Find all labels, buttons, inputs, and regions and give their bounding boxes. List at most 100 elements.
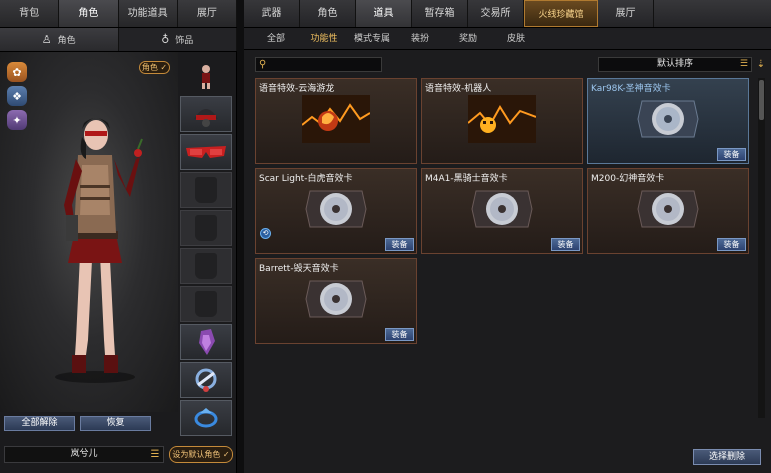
pants-silhouette-icon (195, 253, 217, 279)
ornament-icon: ♁ (161, 33, 170, 46)
character-icon: ♙ (41, 33, 52, 46)
item-card[interactable]: 语音特效-云海游龙 (255, 78, 417, 164)
search-icon: ⚲ (259, 59, 267, 70)
orange-slot-icon[interactable]: ✿ (7, 62, 27, 82)
subtab-ornament-label: 饰品 (175, 36, 194, 46)
sort-dropdown[interactable]: 默认排序 ☰ (598, 57, 752, 72)
cd-sound-card-icon (637, 190, 699, 228)
item-card[interactable]: M200-幻神音效卡 装备 (587, 168, 749, 254)
item-title: Kar98K-圣神音效卡 (591, 84, 671, 94)
sort-label: 默认排序 (656, 59, 693, 69)
scrollbar-thumb[interactable] (759, 80, 764, 120)
sort-direction-icon[interactable]: ⇣ (755, 57, 767, 72)
tab-characters[interactable]: 角色 (300, 0, 356, 27)
cd-sound-card-icon (305, 190, 367, 228)
gloves-silhouette-icon (195, 215, 217, 241)
item-card[interactable]: Barrett-毁天音效卡 装备 (255, 258, 417, 344)
purple-pendant-icon (199, 329, 215, 355)
subtab-functional[interactable]: 功能性 (300, 28, 348, 50)
dragon-voice-effect-icon (302, 95, 370, 143)
subtab-character-label: 角色 (57, 36, 76, 46)
tab-function-items[interactable]: 功能道具 (119, 0, 178, 27)
subtab-skins[interactable]: 皮肤 (492, 28, 540, 50)
tab-character[interactable]: 角色 (59, 0, 119, 27)
subtab-dress-up[interactable]: 装扮 (396, 28, 444, 50)
tab-exchange[interactable]: 交易所 (468, 0, 524, 27)
subtab-mode-exclusive[interactable]: 模式专属 (348, 28, 396, 50)
item-grid: 语音特效-云海游龙 语音特效-机器人 Kar98K-圣神音效卡 装备 Scar … (255, 78, 750, 438)
character-name: 岚兮儿 (70, 449, 98, 459)
subtab-all[interactable]: 全部 (252, 28, 300, 50)
robot-voice-effect-icon (468, 95, 536, 143)
shoes-silhouette-icon (195, 291, 217, 317)
glasses-icon (186, 146, 226, 158)
tag-badge-icon: ⟲ (260, 228, 271, 239)
ice-charm-icon (195, 368, 217, 392)
equip-button[interactable]: 装备 (717, 238, 746, 251)
left-main-tabs: 背包 角色 功能道具 展厅 (0, 0, 237, 28)
character-actions: 全部解除 恢复 (4, 416, 151, 431)
subtab-character[interactable]: ♙ 角色 (0, 28, 119, 51)
cd-sound-card-icon (471, 190, 533, 228)
subtab-rewards[interactable]: 奖励 (444, 28, 492, 50)
item-card[interactable]: M4A1-黑骑士音效卡 装备 (421, 168, 583, 254)
item-title: Barrett-毁天音效卡 (259, 264, 339, 274)
tab-items[interactable]: 道具 (356, 0, 412, 27)
slot-hair[interactable] (180, 58, 232, 94)
item-title: 语音特效-机器人 (425, 84, 492, 94)
menu-icon[interactable]: ☰ (150, 449, 160, 460)
slot-pants[interactable] (180, 248, 232, 284)
character-model (55, 118, 143, 383)
dropdown-menu-icon: ☰ (739, 59, 748, 69)
slot-glasses[interactable] (180, 134, 232, 170)
subtab-ornament[interactable]: ♁ 饰品 (119, 28, 237, 51)
item-title: Scar Light-白虎音效卡 (259, 174, 353, 184)
restore-button[interactable]: 恢复 (80, 416, 151, 431)
slot-accessory-1[interactable] (180, 324, 232, 360)
top-silhouette-icon (195, 177, 217, 203)
side-icon-list: ✿ ❖ ✦ (7, 62, 27, 130)
blue-ring-icon (194, 408, 218, 428)
tab-backpack[interactable]: 背包 (0, 0, 60, 27)
cd-sound-card-icon (637, 100, 699, 138)
slot-top[interactable] (180, 172, 232, 208)
purple-slot-icon[interactable]: ✦ (7, 110, 27, 130)
slot-shoes[interactable] (180, 286, 232, 322)
panel-divider (237, 0, 244, 473)
mini-character-icon (202, 65, 210, 89)
tab-exhibition[interactable]: 展厅 (598, 0, 654, 27)
cd-sound-card-icon (305, 280, 367, 318)
tab-storage[interactable]: 暂存箱 (412, 0, 468, 27)
left-sub-tabs: ♙ 角色 ♁ 饰品 (0, 28, 237, 52)
slot-headgear[interactable] (180, 96, 232, 132)
tab-weapons[interactable]: 武器 (244, 0, 300, 27)
slot-gloves[interactable] (180, 210, 232, 246)
item-card[interactable]: Scar Light-白虎音效卡 ⟲ 装备 (255, 168, 417, 254)
equip-button[interactable]: 装备 (551, 238, 580, 251)
right-main-tabs: 武器 角色 道具 暂存箱 交易所 火线珍藏馆 展厅 (244, 0, 771, 28)
item-card[interactable]: Kar98K-圣神音效卡 装备 (587, 78, 749, 164)
character-name-selector[interactable]: 岚兮儿 ☰ (4, 446, 164, 463)
search-box: ⚲ (255, 57, 382, 72)
search-input[interactable] (272, 59, 378, 70)
remove-all-button[interactable]: 全部解除 (4, 416, 75, 431)
item-card[interactable]: 语音特效-机器人 (421, 78, 583, 164)
slot-accessory-2[interactable] (180, 362, 232, 398)
select-delete-button[interactable]: 选择删除 (693, 449, 761, 465)
item-title: 语音特效-云海游龙 (259, 84, 335, 94)
equip-button[interactable]: 装备 (717, 148, 746, 161)
helmet-icon (194, 109, 218, 127)
tab-showroom[interactable]: 展厅 (178, 0, 237, 27)
blue-slot-icon[interactable]: ❖ (7, 86, 27, 106)
character-panel: 背包 角色 功能道具 展厅 ♙ 角色 ♁ 饰品 ✿ ❖ ✦ 角色 ✓ 全部解除 … (0, 0, 237, 473)
role-badge[interactable]: 角色 ✓ (139, 61, 170, 74)
item-title: M4A1-黑骑士音效卡 (425, 174, 508, 184)
equip-button[interactable]: 装备 (385, 238, 414, 251)
inventory-panel: 武器 角色 道具 暂存箱 交易所 火线珍藏馆 展厅 全部 功能性 模式专属 装扮… (244, 0, 771, 473)
slot-accessory-3[interactable] (180, 400, 232, 436)
equip-button[interactable]: 装备 (385, 328, 414, 341)
item-title: M200-幻神音效卡 (591, 174, 665, 184)
tab-collection-hall[interactable]: 火线珍藏馆 (524, 0, 598, 27)
item-scrollbar[interactable] (758, 78, 765, 418)
set-default-character-button[interactable]: 设为默认角色 ✓ (169, 446, 233, 463)
